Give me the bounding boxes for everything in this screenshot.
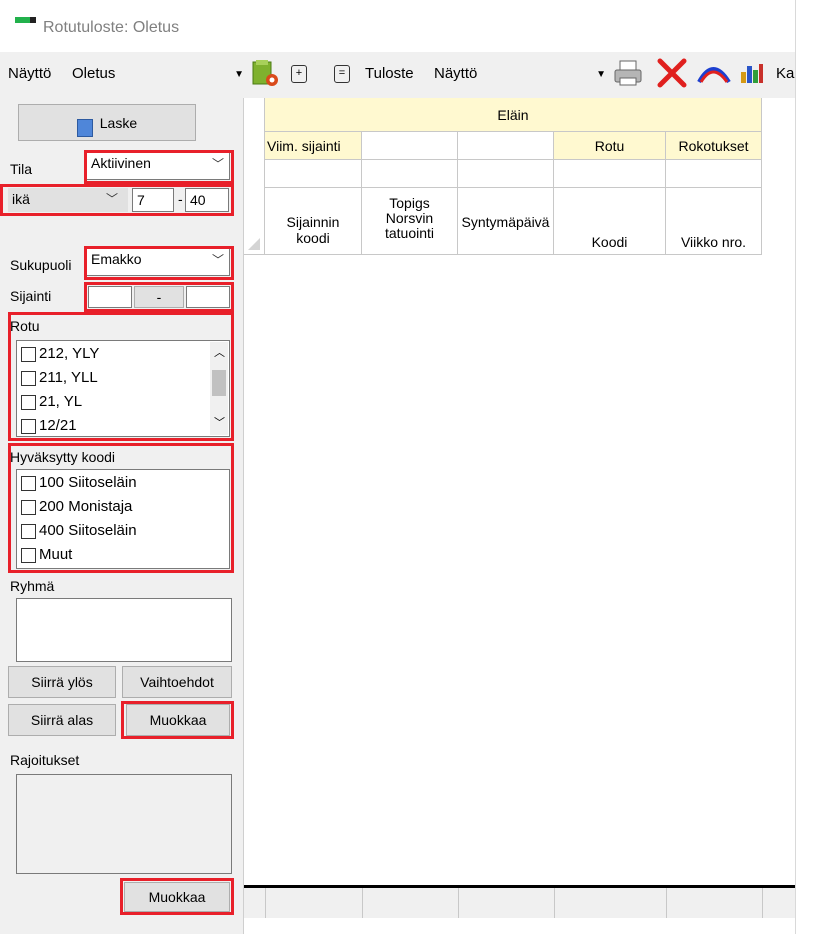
title-bar: Rotutuloste: Oletus	[0, 0, 795, 52]
header-spacer	[458, 160, 554, 188]
column-header[interactable]: Viikko nro.	[666, 188, 762, 255]
highlight-frame	[120, 878, 234, 915]
output-select-value: Näyttö	[434, 65, 478, 82]
header-spacer	[265, 160, 362, 188]
select-all-icon[interactable]	[248, 238, 260, 250]
highlight-frame	[121, 701, 234, 739]
column-header[interactable]: Sijainnin koodi	[265, 188, 362, 255]
highlight-frame	[84, 282, 234, 312]
sub-header	[458, 132, 554, 160]
location-label: Sijainti	[10, 288, 52, 304]
view-label: Näyttö	[8, 65, 52, 82]
output-label: Tuloste	[365, 65, 414, 82]
line-chart-icon[interactable]	[697, 58, 731, 88]
collapse-button[interactable]: =	[334, 65, 350, 83]
sub-header: Rotu	[554, 132, 666, 160]
toolbar: Näyttö Oletus ▼ + = Tuloste Näyttö ▼ Ka	[0, 52, 795, 96]
highlight-frame	[8, 312, 234, 441]
summary-row	[244, 888, 795, 918]
column-header[interactable]: Topigs Norsvin tatuointi	[362, 188, 458, 255]
settings-folder-icon[interactable]	[250, 58, 280, 88]
window-title: Rotutuloste: Oletus	[43, 19, 180, 36]
view-select-value: Oletus	[72, 65, 116, 82]
column-header[interactable]: Syntymäpäivä	[458, 188, 554, 255]
gender-label: Sukupuoli	[10, 257, 72, 273]
move-down-button[interactable]: Siirrä alas	[8, 704, 116, 736]
results-grid[interactable]: Eläin Viim. sijainti Rotu Rokotukset Sij…	[243, 98, 795, 934]
bar-chart-icon[interactable]	[740, 62, 764, 84]
calculate-button-label: Laske	[99, 115, 138, 131]
header-spacer	[666, 160, 762, 188]
app-logo-icon	[15, 17, 36, 23]
dropdown-arrow-icon: ▼	[234, 69, 244, 80]
restrictions-box[interactable]	[16, 774, 232, 874]
column-header[interactable]: Koodi	[554, 188, 666, 255]
move-up-button[interactable]: Siirrä ylös	[8, 666, 116, 698]
expand-button[interactable]: +	[291, 65, 307, 83]
restrictions-label: Rajoitukset	[10, 752, 80, 768]
output-select[interactable]: Näyttö ▼	[428, 62, 608, 86]
sub-header: Rokotukset	[666, 132, 762, 160]
calculate-button[interactable]: Laske	[18, 104, 196, 141]
dropdown-arrow-icon: ▼	[596, 69, 606, 80]
delete-icon[interactable]	[656, 58, 688, 88]
header-spacer	[362, 160, 458, 188]
sub-header	[362, 132, 458, 160]
state-label: Tila	[10, 161, 33, 177]
options-button[interactable]: Vaihtoehdot	[122, 666, 232, 698]
group-header-animal: Eläin	[265, 98, 762, 132]
sub-header: Viim. sijainti	[265, 132, 362, 160]
highlight-frame	[8, 443, 234, 573]
header-spacer	[554, 160, 666, 188]
highlight-frame	[84, 246, 234, 280]
group-label: Ryhmä	[10, 578, 55, 594]
highlight-frame	[0, 184, 234, 216]
highlight-frame	[84, 150, 234, 184]
app-window: Rotutuloste: Oletus Näyttö Oletus ▼ + = …	[0, 0, 796, 934]
row-header-corner[interactable]	[244, 98, 265, 255]
group-list[interactable]	[16, 598, 232, 662]
calculator-icon	[76, 118, 93, 137]
print-icon[interactable]	[612, 58, 644, 88]
view-select[interactable]: Oletus ▼	[66, 62, 246, 86]
truncated-toolbar-label: Ka	[776, 65, 795, 82]
